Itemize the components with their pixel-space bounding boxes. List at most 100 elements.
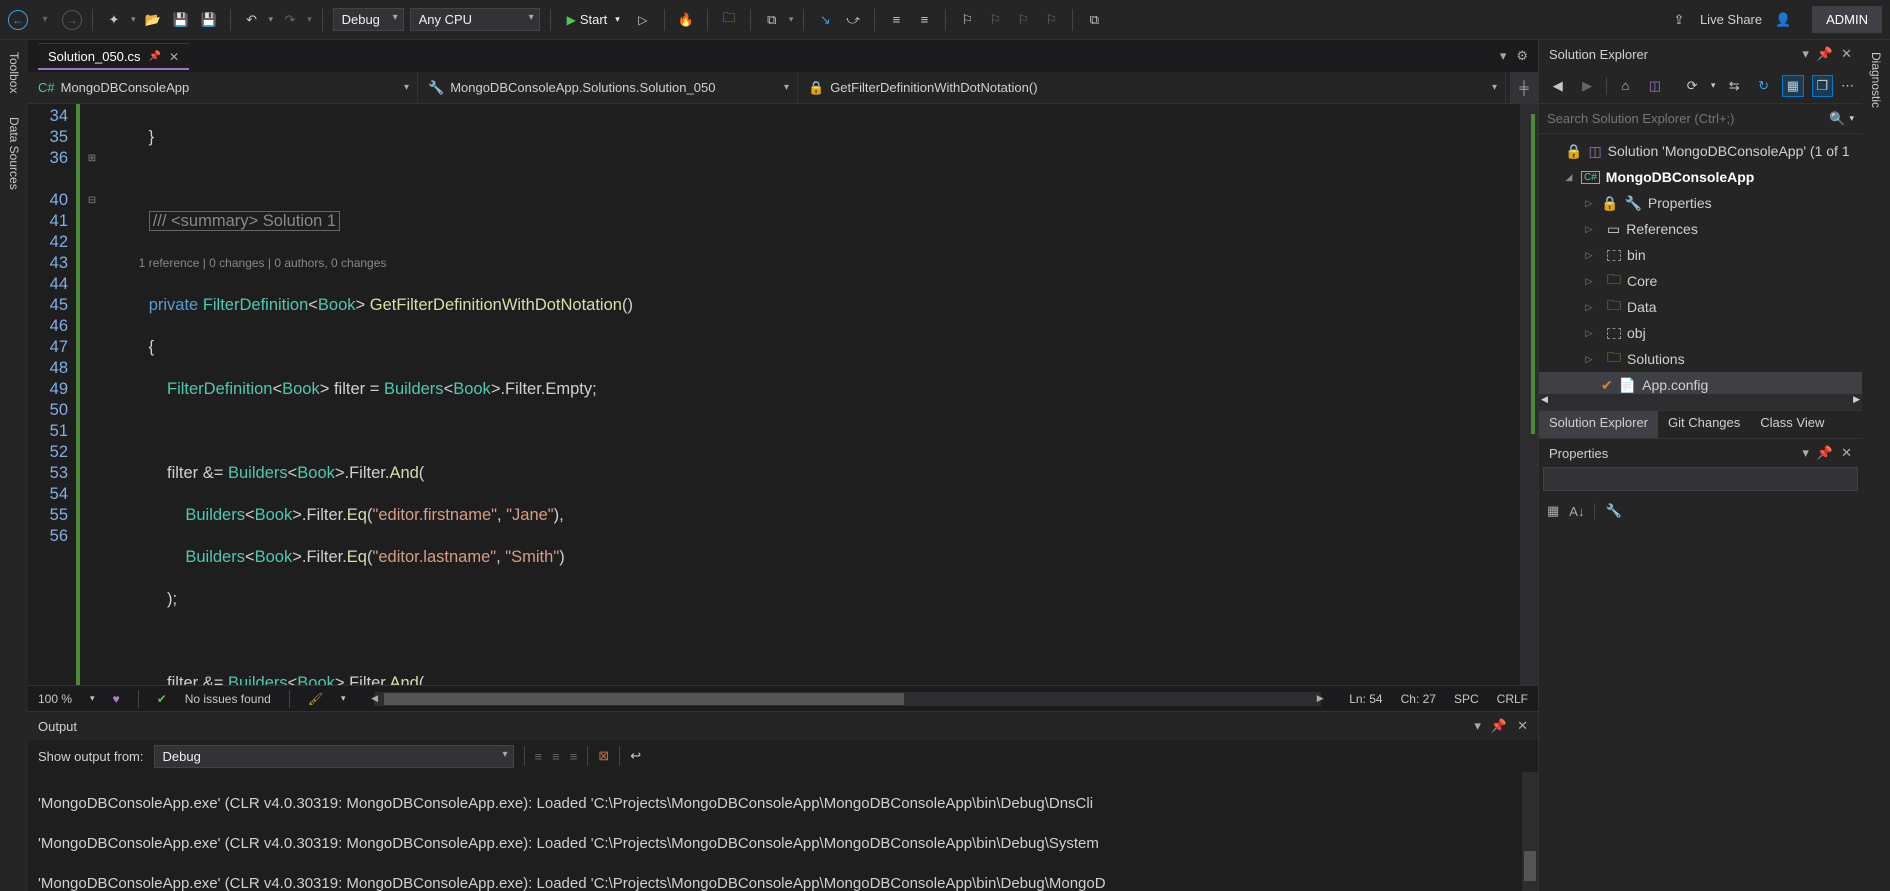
obj-node[interactable]: obj: [1627, 325, 1646, 341]
save-icon[interactable]: 💾: [170, 9, 192, 31]
props-close-icon[interactable]: ✕: [1841, 445, 1852, 461]
se-back-icon[interactable]: ◀: [1547, 75, 1568, 97]
close-icon[interactable]: ✕: [169, 50, 179, 64]
se-more-icon[interactable]: ⋯: [1841, 78, 1854, 94]
props-wrench-icon[interactable]: 🔧: [1605, 503, 1621, 519]
se-search[interactable]: 🔍▾: [1539, 104, 1862, 134]
tab-solution-explorer[interactable]: Solution Explorer: [1539, 411, 1658, 438]
liveshare-icon[interactable]: ⇪: [1668, 9, 1690, 31]
core-node[interactable]: Core: [1627, 273, 1657, 289]
tab-dropdown-icon[interactable]: ▾: [1500, 48, 1507, 64]
crlf-label[interactable]: CRLF: [1497, 692, 1528, 706]
indent-icon[interactable]: ≡: [913, 9, 935, 31]
data-node[interactable]: Data: [1627, 299, 1657, 315]
fold-column[interactable]: ⊞⊟: [82, 104, 102, 685]
health-icon[interactable]: ♥: [113, 692, 120, 706]
editor-vscrollbar[interactable]: [1520, 104, 1538, 685]
properties-node[interactable]: Properties: [1648, 195, 1712, 211]
extension-icon[interactable]: ⧉: [1083, 9, 1105, 31]
col-label[interactable]: Ch: 27: [1401, 692, 1436, 706]
brush-icon[interactable]: 🖌: [308, 692, 323, 706]
browse-icon[interactable]: 🗀: [718, 9, 740, 31]
bin-node[interactable]: bin: [1627, 247, 1646, 263]
bookmark-prev-icon[interactable]: ⚐: [984, 9, 1006, 31]
output-text[interactable]: 'MongoDBConsoleApp.exe' (CLR v4.0.30319:…: [28, 772, 1538, 891]
search-icon[interactable]: 🔍: [1829, 111, 1845, 127]
toolbox-tab[interactable]: Toolbox: [5, 48, 23, 97]
step-into-icon[interactable]: ↘: [814, 9, 836, 31]
props-pin-icon[interactable]: 📌: [1817, 445, 1833, 461]
pin-icon[interactable]: 📌: [149, 51, 161, 62]
se-home-icon[interactable]: ⌂: [1615, 75, 1636, 97]
split-window-icon[interactable]: ╪: [1510, 72, 1538, 103]
props-az-icon[interactable]: A↓: [1569, 504, 1584, 519]
bookmark-next-icon[interactable]: ⚐: [1012, 9, 1034, 31]
panel-dropdown-icon[interactable]: ▾: [1474, 718, 1481, 734]
bookmark-clear-icon[interactable]: ⚐: [1040, 9, 1062, 31]
config-combo[interactable]: Debug: [333, 8, 404, 31]
new-item-icon[interactable]: ✦: [103, 9, 125, 31]
feedback-icon[interactable]: 👤: [1772, 9, 1794, 31]
nav-namespace[interactable]: 🔧MongoDBConsoleApp.Solutions.Solution_05…: [418, 72, 798, 103]
save-all-icon[interactable]: 💾: [198, 9, 220, 31]
se-search-input[interactable]: [1547, 111, 1829, 126]
spc-label[interactable]: SPC: [1454, 692, 1479, 706]
editor-hscrollbar[interactable]: ◀▶: [374, 692, 1322, 706]
se-collapse-icon[interactable]: ⇆: [1723, 75, 1744, 97]
diagnostic-tab[interactable]: Diagnostic: [1867, 48, 1885, 112]
fwd-circle[interactable]: →: [62, 10, 82, 30]
panel-pin-icon[interactable]: 📌: [1491, 718, 1507, 734]
code-area[interactable]: } /// <summary> Solution 1 1 reference |…: [102, 104, 1538, 685]
doc-tab-solution050[interactable]: Solution_050.cs 📌 ✕: [38, 43, 189, 69]
project-node[interactable]: MongoDBConsoleApp: [1606, 169, 1755, 185]
nav-project[interactable]: C#MongoDBConsoleApp: [28, 72, 418, 103]
bookmark-icon[interactable]: ⚐: [956, 9, 978, 31]
solution-node[interactable]: Solution 'MongoDBConsoleApp' (1 of 1: [1608, 143, 1850, 159]
se-close-icon[interactable]: ✕: [1841, 46, 1852, 62]
tab-git-changes[interactable]: Git Changes: [1658, 411, 1750, 438]
appconfig-node[interactable]: App.config: [1642, 377, 1708, 393]
start-noDebug-icon[interactable]: ▷: [632, 9, 654, 31]
output-prev-icon[interactable]: ≡: [552, 749, 560, 764]
se-preview-icon[interactable]: ❐: [1812, 75, 1833, 97]
se-dropdown-icon[interactable]: ▾: [1802, 46, 1809, 62]
admin-button[interactable]: ADMIN: [1812, 6, 1882, 33]
platform-combo[interactable]: Any CPU: [410, 8, 540, 31]
props-cat-icon[interactable]: ▦: [1547, 503, 1559, 519]
window-icon[interactable]: ⧉: [761, 9, 783, 31]
back-button[interactable]: ←: [8, 10, 28, 30]
output-clear-icon[interactable]: ⊠: [598, 748, 609, 764]
se-hscroll[interactable]: ◀▶: [1539, 394, 1862, 410]
datasources-tab[interactable]: Data Sources: [5, 113, 23, 194]
hot-reload-icon[interactable]: 🔥: [675, 9, 697, 31]
se-showall-icon[interactable]: ▦: [1782, 75, 1803, 97]
props-object-combo[interactable]: [1543, 467, 1858, 491]
tab-gear-icon[interactable]: ⚙: [1516, 48, 1528, 64]
start-button[interactable]: ▶Start▾: [561, 9, 626, 30]
props-dropdown-icon[interactable]: ▾: [1802, 445, 1809, 461]
output-next-icon[interactable]: ≡: [570, 749, 578, 764]
tab-class-view[interactable]: Class View: [1750, 411, 1834, 438]
se-fwd-icon[interactable]: ▶: [1576, 75, 1597, 97]
issues-label[interactable]: No issues found: [185, 692, 271, 706]
step-over-icon[interactable]: ⤻: [842, 9, 864, 31]
open-folder-icon[interactable]: 📂: [142, 9, 164, 31]
undo-icon[interactable]: ↶: [241, 9, 263, 31]
panel-close-icon[interactable]: ✕: [1517, 718, 1528, 734]
zoom-label[interactable]: 100 %: [38, 692, 72, 706]
summary-collapsed[interactable]: /// <summary> Solution 1: [149, 211, 340, 231]
solution-tree[interactable]: 🔒◫Solution 'MongoDBConsoleApp' (1 of 1 ◢…: [1539, 134, 1862, 394]
solutions-node[interactable]: Solutions: [1627, 351, 1685, 367]
line-label[interactable]: Ln: 54: [1349, 692, 1382, 706]
references-node[interactable]: References: [1626, 221, 1698, 237]
output-vscrollbar[interactable]: [1522, 772, 1538, 891]
dedent-icon[interactable]: ≡: [885, 9, 907, 31]
liveshare-label[interactable]: Live Share: [1700, 12, 1762, 27]
redo-icon[interactable]: ↷: [279, 9, 301, 31]
output-source-combo[interactable]: Debug: [154, 745, 514, 768]
se-pin-icon[interactable]: 📌: [1817, 46, 1833, 62]
output-wrap-icon[interactable]: ↩: [630, 748, 641, 764]
nav-member[interactable]: 🔒GetFilterDefinitionWithDotNotation(): [798, 72, 1506, 103]
se-switch-icon[interactable]: ◫: [1644, 75, 1665, 97]
se-refresh-icon[interactable]: ↻: [1753, 75, 1774, 97]
